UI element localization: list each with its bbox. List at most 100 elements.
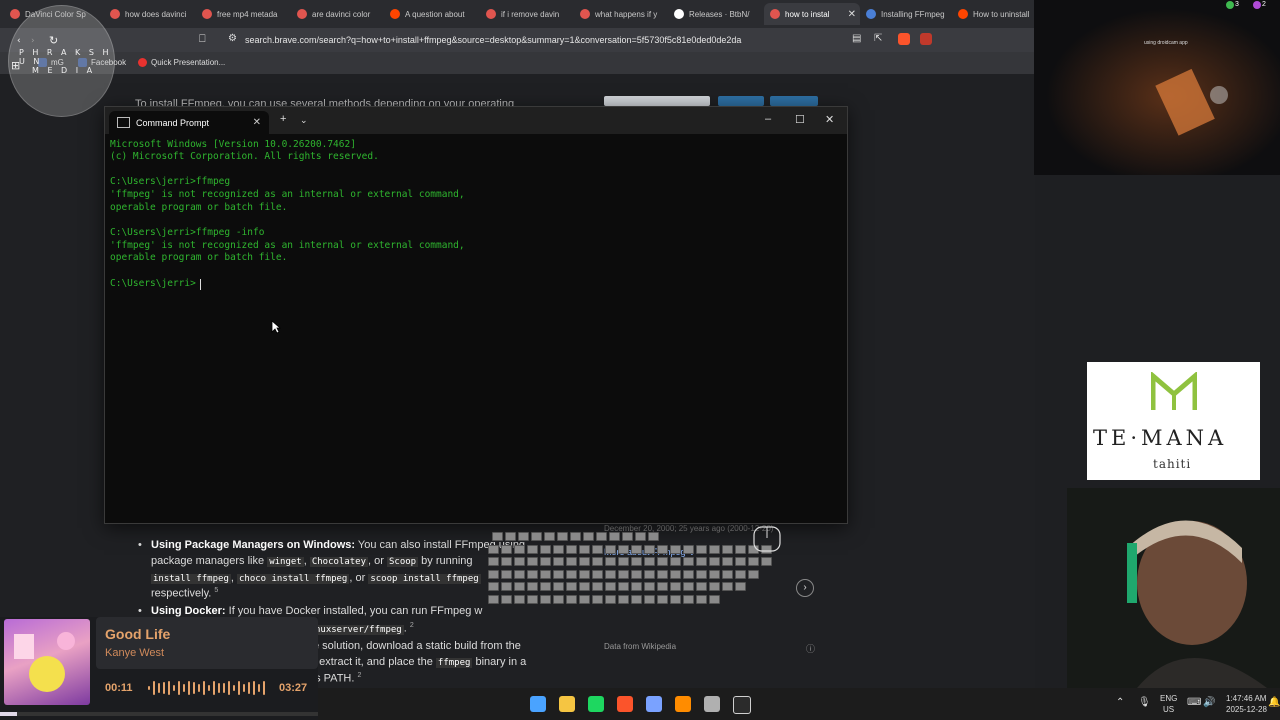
keyboard-key (518, 532, 529, 541)
microphone-icon[interactable]: 🎙 (1138, 697, 1151, 708)
keyboard-key (683, 582, 694, 591)
image-thumbnail[interactable] (604, 96, 710, 106)
keyboard-key (670, 582, 681, 591)
browser-tab[interactable]: A question about (390, 3, 478, 25)
browser-tab[interactable]: how does davinci (110, 3, 195, 25)
notification-icon (1253, 1, 1261, 9)
spotify-icon[interactable] (588, 696, 604, 712)
close-tab-icon[interactable]: ✕ (253, 117, 261, 128)
image-thumbnail[interactable] (718, 96, 764, 106)
info-icon[interactable]: ⓘ (806, 642, 815, 655)
brave-icon[interactable] (617, 696, 633, 712)
tab-label: how does davinci (125, 9, 187, 19)
vlc-icon[interactable] (675, 696, 691, 712)
keyboard-key (670, 594, 681, 604)
image-thumbnail[interactable] (770, 96, 818, 106)
track-artist: Kanye West (105, 647, 165, 659)
bookmark-icon[interactable]: ⎕ (199, 33, 206, 46)
browser-tab[interactable]: are davinci color (297, 3, 382, 25)
new-tab-icon[interactable]: + (280, 113, 286, 125)
chevron-up-icon[interactable]: ⌃ (1116, 697, 1124, 708)
browser-tab[interactable]: Installing FFmpeg (866, 3, 952, 25)
youtube-icon (138, 58, 147, 67)
volume-icon[interactable]: 🔊 (1203, 697, 1215, 708)
keyboard-key (635, 532, 646, 541)
citation-ref[interactable]: 5 (214, 587, 218, 594)
track-progress-bar[interactable] (0, 712, 318, 716)
terminal-icon[interactable] (733, 696, 751, 714)
waveform-bar (263, 680, 265, 696)
browser-tab[interactable]: How to uninstall (958, 3, 1034, 25)
keyboard-key (722, 569, 733, 579)
maximize-icon[interactable]: ☐ (795, 113, 805, 126)
album-art (4, 619, 90, 705)
keyboard-key (579, 557, 590, 566)
citation-ref[interactable]: 2 (410, 622, 414, 629)
network-icon[interactable]: ⌨ (1187, 697, 1201, 708)
text-cursor (200, 279, 201, 290)
notification-icon (1226, 1, 1234, 9)
keyboard-key (514, 594, 525, 604)
close-window-icon[interactable]: ✕ (825, 113, 834, 126)
keyboard-key (553, 582, 564, 591)
keyboard-key (553, 544, 564, 554)
keyboard-key (605, 582, 616, 591)
command-prompt-window[interactable]: Command Prompt ✕ + ⌄ – ☐ ✕ Microsoft Win… (104, 106, 848, 524)
bullet-line: package managers like winget, Chocolatey… (151, 555, 473, 567)
citation-ref[interactable]: 2 (357, 672, 361, 679)
chevron-down-icon[interactable]: ⌄ (300, 115, 308, 126)
keyboard-key (622, 532, 633, 541)
bookmark-item[interactable]: Quick Presentation... (138, 58, 225, 67)
brave-rewards-icon[interactable] (920, 33, 932, 45)
settings-icon[interactable] (704, 696, 720, 712)
reader-icon[interactable]: ▤ (852, 33, 861, 44)
keyboard-key (553, 557, 564, 566)
brave-shields-icon[interactable] (898, 33, 910, 45)
waveform-bar (163, 682, 165, 694)
app-icon[interactable] (646, 696, 662, 712)
bookmark-label: Quick Presentation... (151, 58, 226, 67)
keyboard-key (592, 544, 603, 554)
tab-favicon (297, 9, 307, 19)
waveform-bar (193, 681, 195, 695)
minimize-icon[interactable]: – (765, 113, 771, 125)
mouse-overlay-icon (750, 526, 784, 552)
keyboard-key (540, 544, 551, 554)
keyboard-key (696, 582, 707, 591)
tab-label: are davinci color (312, 9, 371, 19)
clock-date[interactable]: 2025-12-28 (1226, 705, 1267, 714)
browser-tab[interactable]: if i remove davin (486, 3, 576, 25)
browser-tab[interactable]: free mp4 metada (202, 3, 287, 25)
tab-label: if i remove davin (501, 9, 560, 19)
brand-name: TE·MANA (1093, 426, 1228, 450)
chevron-right-icon[interactable]: › (796, 579, 814, 597)
close-tab-icon[interactable]: ✕ (844, 9, 860, 20)
language-indicator[interactable]: ENG (1160, 694, 1177, 703)
windows-start-icon[interactable] (530, 696, 546, 712)
region-indicator[interactable]: US (1163, 705, 1174, 714)
browser-tab[interactable]: Releases · BtbN/ (674, 3, 760, 25)
site-settings-icon[interactable]: ⚙ (228, 33, 237, 44)
keyboard-key (657, 569, 668, 579)
clock-time[interactable]: 1:47:46 AM (1226, 694, 1266, 703)
waveform-bar (178, 680, 180, 696)
keyboard-key (748, 557, 759, 566)
waveform-bar (258, 684, 260, 692)
browser-tab[interactable]: what happens if y (580, 3, 668, 25)
browser-tab-active[interactable]: how to instal ✕ (764, 3, 860, 25)
keyboard-key (644, 544, 655, 554)
bullet-package-managers: Using Package Managers on Windows: You c… (151, 539, 525, 551)
cmd-tab[interactable]: Command Prompt ✕ (109, 111, 269, 134)
cmd-tab-title: Command Prompt (136, 117, 210, 128)
keyboard-key (644, 557, 655, 566)
share-icon[interactable]: ⇱ (874, 33, 882, 44)
keyboard-key (605, 557, 616, 566)
tab-label: Installing FFmpeg (881, 9, 945, 19)
keyboard-key (488, 582, 499, 591)
url-input[interactable]: search.brave.com/search?q=how+to+install… (245, 35, 741, 45)
cmd-titlebar[interactable]: Command Prompt ✕ + ⌄ – ☐ ✕ (105, 107, 847, 134)
waveform-bar (218, 682, 220, 694)
cmd-console[interactable]: Microsoft Windows [Version 10.0.26200.74… (105, 134, 847, 523)
notification-bell-icon[interactable]: 🔔 (1268, 697, 1280, 708)
file-explorer-icon[interactable] (559, 696, 575, 712)
